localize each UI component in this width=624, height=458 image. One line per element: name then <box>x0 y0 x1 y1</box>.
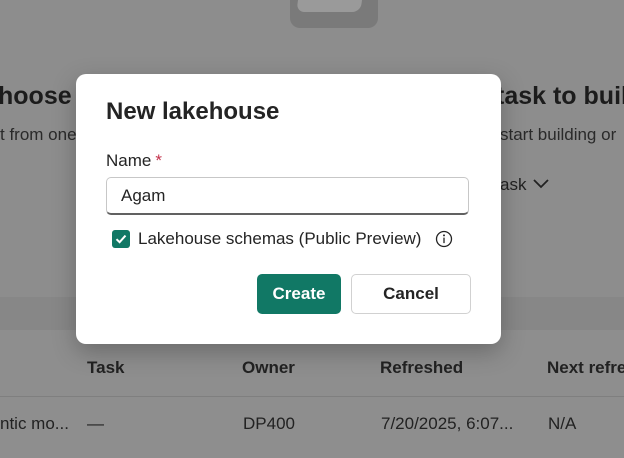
background-subtext-right: start building or <box>500 125 617 144</box>
name-input[interactable] <box>106 177 469 215</box>
column-header-owner[interactable]: Owner <box>242 358 295 378</box>
illustration-shape-secondary <box>296 0 368 12</box>
background-heading-left: hoose f <box>0 82 87 110</box>
table-divider <box>0 396 624 397</box>
dialog-title: New lakehouse <box>106 98 280 125</box>
lakehouse-schemas-checkbox[interactable] <box>112 230 130 248</box>
background-table <box>0 330 624 458</box>
background-subtext-left: t from one <box>0 125 77 144</box>
table-cell-task: — <box>87 414 104 433</box>
task-filter-label: ask <box>500 175 527 194</box>
column-header-refreshed[interactable]: Refreshed <box>380 358 463 378</box>
lakehouse-schemas-option: Lakehouse schemas (Public Preview) <box>112 229 453 249</box>
cancel-button[interactable]: Cancel <box>351 274 471 314</box>
chevron-down-icon <box>532 175 550 195</box>
column-header-next-refresh[interactable]: Next refre <box>547 358 624 378</box>
checkmark-icon <box>115 234 127 244</box>
info-icon[interactable] <box>435 230 453 248</box>
table-cell-owner: DP400 <box>243 414 295 433</box>
name-field-label: Name * <box>106 151 162 171</box>
background-heading-right: task to buil <box>496 82 624 110</box>
table-cell-refreshed: 7/20/2025, 6:07... <box>381 414 514 433</box>
table-cell-name[interactable]: ntic mo... <box>0 414 69 434</box>
column-header-task[interactable]: Task <box>87 358 125 378</box>
new-lakehouse-dialog: New lakehouse Name* Lakehouse schemas (P… <box>76 74 501 344</box>
name-label-text: Name <box>106 151 152 170</box>
lakehouse-schemas-label[interactable]: Lakehouse schemas (Public Preview) <box>138 229 421 249</box>
task-filter-dropdown[interactable]: ask <box>500 175 550 195</box>
table-cell-next-refresh: N/A <box>548 414 577 433</box>
create-button[interactable]: Create <box>257 274 341 314</box>
required-indicator: * <box>155 151 162 170</box>
